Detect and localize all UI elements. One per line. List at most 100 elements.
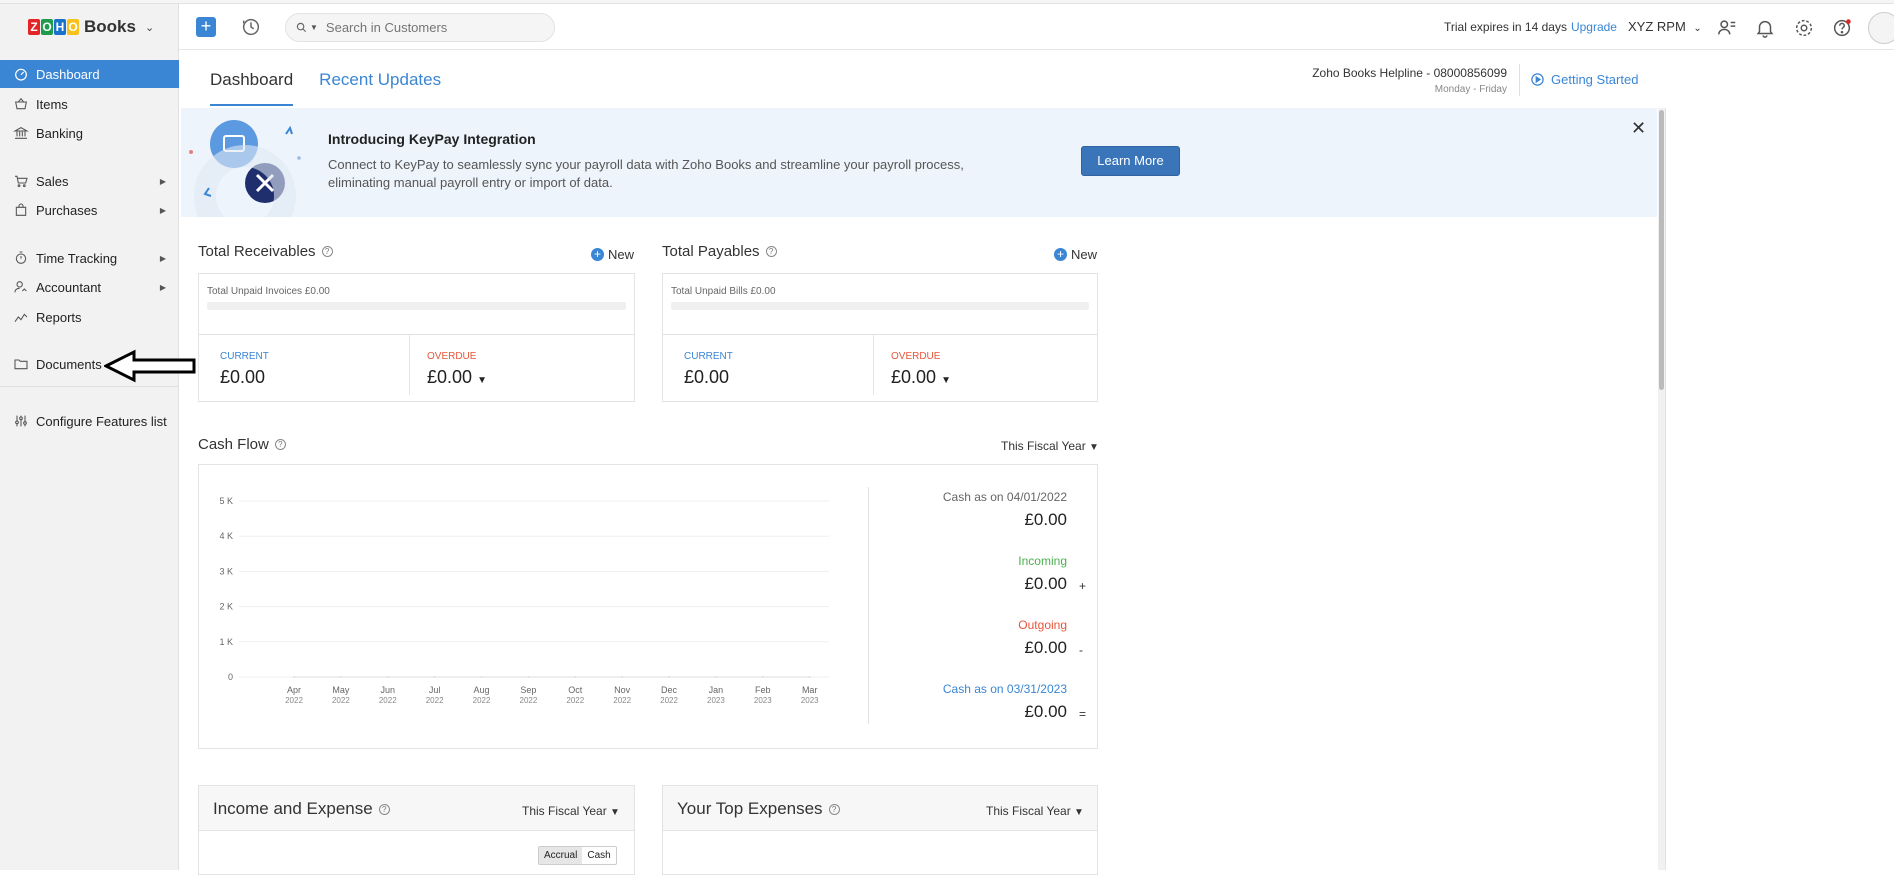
org-switcher[interactable]: XYZ RPM ⌄: [1628, 19, 1702, 34]
annotation-arrow-icon: [104, 349, 196, 383]
caret-down-icon: ▼: [610, 807, 620, 818]
sidebar-item-configure-features[interactable]: Configure Features list: [0, 407, 179, 435]
payables-title: Total Payables ?: [662, 243, 777, 260]
sidebar-item-dashboard[interactable]: Dashboard: [0, 60, 179, 88]
caret-down-icon: ▼: [1074, 807, 1084, 818]
sidebar-item-sales[interactable]: Sales ▶: [0, 167, 179, 195]
app-logo[interactable]: ZOHO Books ⌄: [0, 4, 179, 50]
learn-more-button[interactable]: Learn More: [1081, 146, 1180, 176]
search-scope-caret[interactable]: ▼: [310, 23, 318, 32]
progress-bar: [671, 302, 1089, 310]
current-label: CURRENT: [220, 351, 269, 362]
sidebar-item-label: Banking: [36, 125, 83, 141]
income-period-dropdown[interactable]: This Fiscal Year ▼: [522, 804, 620, 818]
divider: [873, 334, 874, 395]
users-icon[interactable]: [1716, 17, 1738, 39]
sliders-icon: [15, 415, 27, 427]
x-tick-month: May: [332, 685, 350, 695]
tab-recent-updates[interactable]: Recent Updates: [319, 70, 441, 106]
helpline-text: Zoho Books Helpline - 08000856099: [1312, 66, 1507, 80]
divider: [868, 487, 869, 724]
overdue-amount[interactable]: £0.00 ▼: [891, 367, 951, 388]
reports-icon: [14, 313, 28, 322]
period-label: This Fiscal Year: [986, 804, 1071, 818]
dashboard-tabs: Dashboard Recent Updates: [210, 70, 441, 106]
new-bill-button[interactable]: + New: [1054, 247, 1097, 262]
chevron-down-icon[interactable]: ⌄: [145, 21, 154, 34]
caret-down-icon: ▼: [477, 375, 487, 386]
new-invoice-button[interactable]: + New: [591, 247, 634, 262]
expenses-period-dropdown[interactable]: This Fiscal Year ▼: [986, 804, 1084, 818]
cash-incoming: Incoming £0.00: [1018, 554, 1067, 594]
data-point: [762, 676, 764, 678]
overdue-amount-value: £0.00: [427, 367, 473, 387]
cash-toggle[interactable]: Cash: [582, 847, 615, 864]
info-icon[interactable]: ?: [828, 803, 840, 815]
data-point: [574, 676, 577, 678]
info-icon[interactable]: ?: [321, 246, 333, 257]
info-icon[interactable]: ?: [765, 246, 777, 257]
new-label: New: [1071, 247, 1098, 262]
x-tick-year: 2023: [707, 696, 725, 705]
tab-dashboard[interactable]: Dashboard: [210, 70, 294, 106]
sidebar-item-items[interactable]: Items: [0, 90, 179, 118]
search-input[interactable]: [325, 20, 526, 35]
cashflow-card: 01 K2 K3 K4 K5 K Apr 2022 May 2022 Jun 2022 Jul…: [198, 464, 1098, 749]
top-bar: ZOHO Books ⌄ + ▼ Trial expires in 14 day…: [0, 4, 1894, 50]
current-amount[interactable]: £0.00: [684, 367, 729, 388]
x-tick-month: Aug: [474, 685, 490, 695]
cash-end: Cash as on 03/31/2023 £0.00: [943, 682, 1067, 722]
info-icon[interactable]: ?: [378, 803, 390, 815]
getting-started-link[interactable]: Getting Started: [1530, 72, 1638, 87]
x-tick-year: 2022: [379, 696, 397, 705]
trial-text: Trial expires in 14 days: [1444, 20, 1567, 34]
bag-icon: [15, 203, 27, 216]
data-point: [386, 676, 389, 678]
cashflow-period-dropdown[interactable]: This Fiscal Year ▼: [1001, 439, 1099, 453]
y-tick-label: 2 K: [219, 602, 233, 612]
divider: [0, 386, 179, 387]
current-label: CURRENT: [684, 351, 733, 362]
info-icon[interactable]: ?: [274, 439, 286, 450]
divider: [663, 334, 1097, 335]
x-tick-month: Oct: [568, 685, 583, 695]
sidebar-item-accountant[interactable]: Accountant ▶: [0, 273, 179, 301]
payables-title-text: Total Payables: [662, 243, 760, 260]
scrollbar-thumb[interactable]: [1659, 110, 1664, 390]
data-point: [293, 676, 295, 678]
sidebar-item-label: Dashboard: [36, 66, 100, 82]
sidebar-item-banking[interactable]: Banking: [0, 119, 179, 147]
overdue-amount[interactable]: £0.00 ▼: [427, 367, 487, 388]
bell-icon[interactable]: [1754, 17, 1776, 39]
gear-icon[interactable]: [1793, 17, 1815, 39]
x-tick-month: Sep: [520, 685, 536, 695]
basket-icon: [15, 97, 27, 110]
sidebar: Dashboard Items Banking Sales ▶ Purchase…: [0, 50, 179, 870]
x-tick-year: 2022: [426, 696, 444, 705]
data-point: [668, 676, 670, 678]
divider: [199, 334, 634, 335]
data-point: [621, 676, 623, 678]
avatar[interactable]: [1868, 12, 1894, 44]
accrual-toggle[interactable]: Accrual: [539, 847, 583, 864]
cashflow-title-text: Cash Flow: [198, 436, 269, 453]
current-amount[interactable]: £0.00: [220, 367, 265, 388]
period-label: This Fiscal Year: [522, 804, 607, 818]
sidebar-item-label: Sales: [36, 173, 69, 189]
history-icon[interactable]: [240, 16, 262, 38]
basis-toggle: Accrual Cash: [538, 846, 617, 865]
quick-create-button[interactable]: +: [196, 17, 216, 37]
sidebar-item-time-tracking[interactable]: Time Tracking ▶: [0, 244, 179, 272]
cart-icon: [15, 175, 28, 188]
sidebar-item-purchases[interactable]: Purchases ▶: [0, 196, 179, 224]
sidebar-item-reports[interactable]: Reports: [0, 303, 179, 331]
chevron-down-icon: ⌄: [1693, 23, 1702, 34]
search-bar[interactable]: ▼: [285, 13, 555, 42]
help-icon[interactable]: [1831, 17, 1853, 39]
expand-arrow-icon: ▶: [159, 282, 166, 292]
overdue-amount-value: £0.00: [891, 367, 937, 387]
x-tick-year: 2022: [473, 696, 491, 705]
org-name: XYZ RPM: [1628, 19, 1686, 34]
upgrade-link[interactable]: Upgrade: [1571, 20, 1617, 34]
close-icon[interactable]: ✕: [1631, 118, 1646, 139]
